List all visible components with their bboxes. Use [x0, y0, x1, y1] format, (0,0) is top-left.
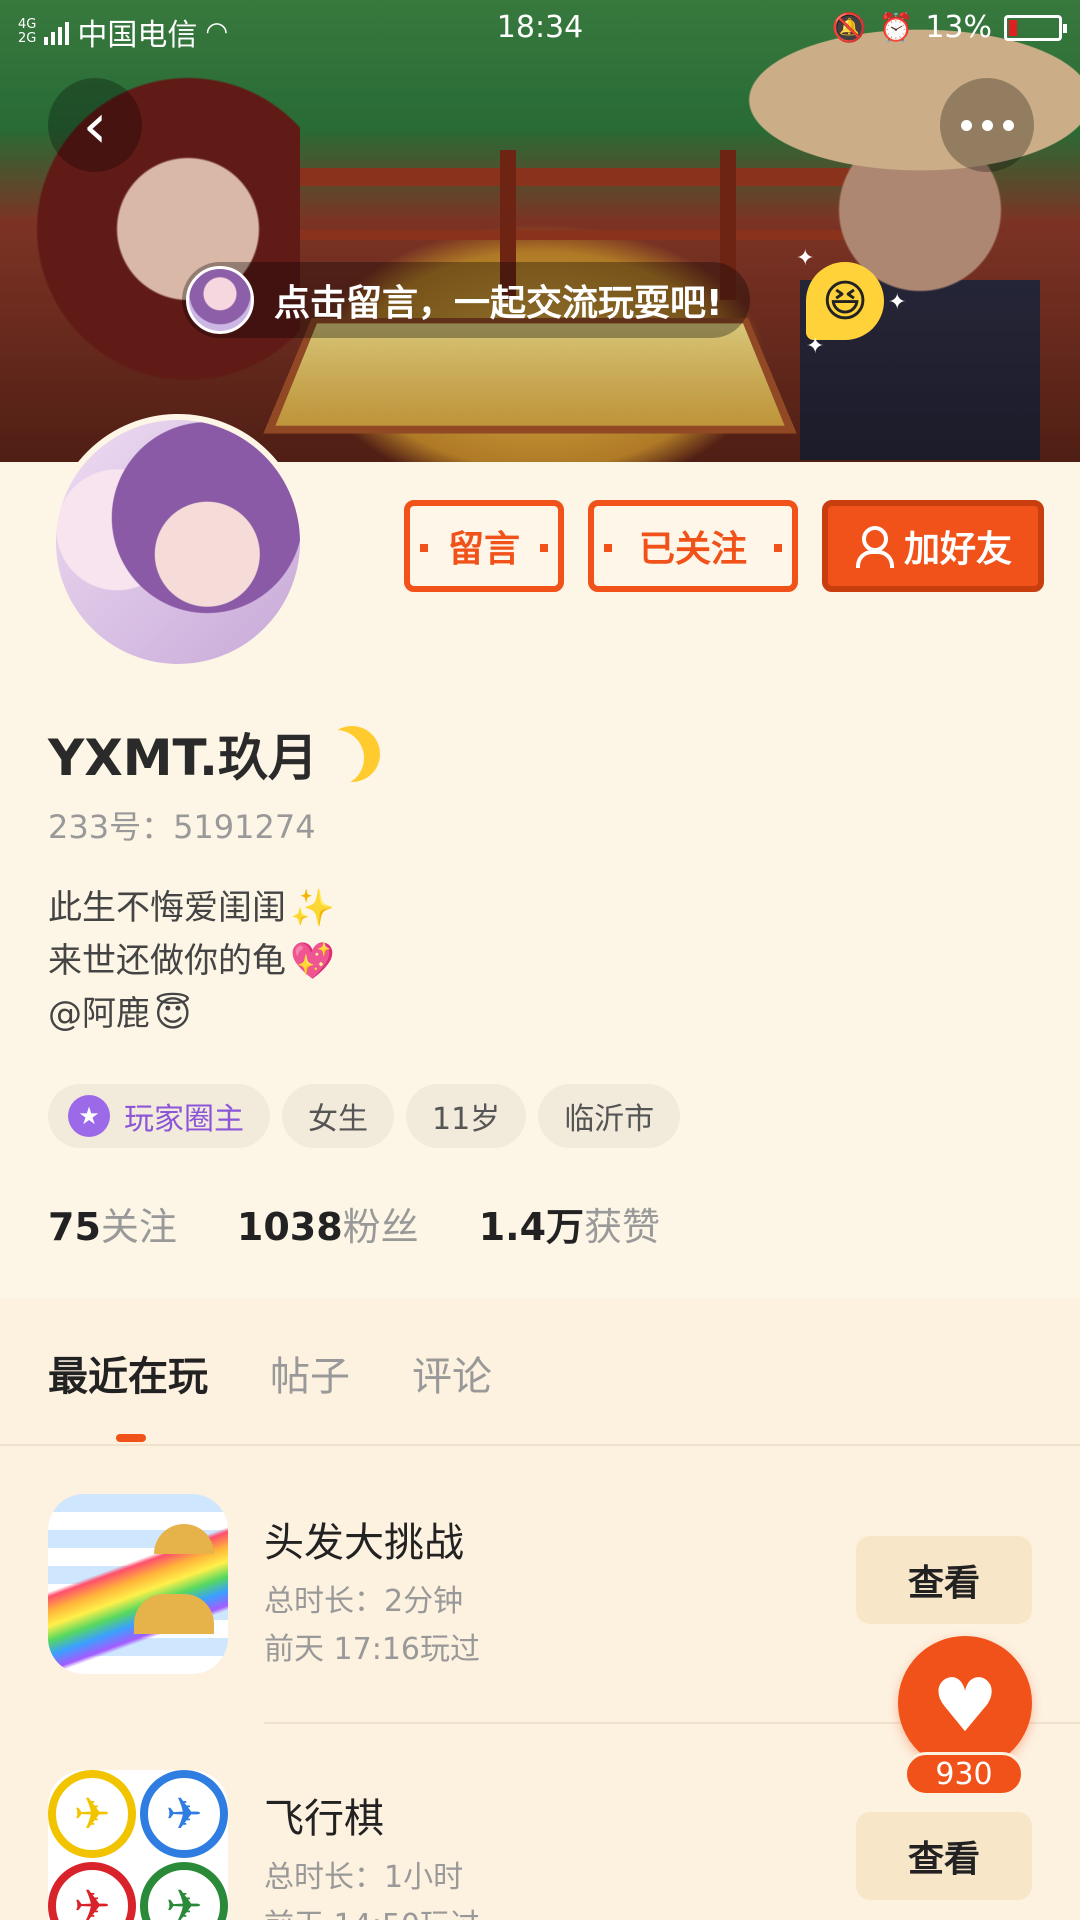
stat-value: 1.4万 [478, 1205, 585, 1249]
sparkle-icon: ✦ [796, 246, 815, 271]
game-last-played: 前天 14:50玩过 [264, 1900, 480, 1920]
stat-label: 粉丝 [342, 1205, 419, 1249]
game-name: 头发大挑战 [264, 1520, 464, 1566]
halo-face-icon: 😇 [154, 994, 192, 1035]
followed-button[interactable]: 已关注 [588, 500, 798, 592]
message-button-label: 留言 [447, 529, 520, 570]
profile-nickname: YXMT.玖月 [48, 718, 380, 790]
view-game-button[interactable]: 查看 [856, 1536, 1032, 1624]
bio-line: 来世还做你的龟 [48, 941, 286, 981]
flight-chess-game-icon: ✈ ✈ ✈ ✈ [48, 1770, 228, 1920]
chevron-left-icon: ‹ [82, 88, 108, 162]
tag-circle-owner[interactable]: ★ 玩家圈主 [48, 1084, 270, 1148]
add-person-icon [854, 526, 894, 568]
tab-comments[interactable]: 评论 [412, 1344, 492, 1402]
mini-avatar [186, 266, 254, 334]
tag-label: 玩家圈主 [124, 1102, 244, 1137]
sparkles-icon: ✨ [290, 888, 335, 929]
battery-percent: 13% [925, 10, 992, 45]
laughing-emoji-icon: 😆 [806, 262, 884, 340]
message-button[interactable]: 留言 [404, 500, 564, 592]
tag-gender: 女生 [282, 1084, 394, 1148]
bio-line: 此生不悔爱闺闺 [48, 888, 286, 928]
star-badge-icon: ★ [68, 1095, 110, 1137]
tag-label: 11岁 [432, 1102, 501, 1137]
add-friend-button[interactable]: 加好友 [822, 500, 1044, 592]
mute-bell-icon: 🔕 [831, 11, 867, 44]
game-last-played: 前天 17:16玩过 [264, 1632, 480, 1667]
profile-avatar[interactable] [50, 414, 306, 670]
game-list-item[interactable]: ✈ ✈ ✈ ✈ 飞行棋 总时长：1小时 前天 14:50玩过 查看 [48, 1770, 1032, 1920]
nickname-text: YXMT.玖月 [48, 729, 319, 787]
yellow-plane-icon: ✈ [48, 1770, 136, 1858]
leave-message-text: 点击留言，一起交流玩耍吧! [274, 283, 723, 324]
tab-recently-played[interactable]: 最近在玩 [48, 1344, 208, 1402]
profile-stats: 75关注 1038粉丝 1.4万获赞 [48, 1196, 660, 1251]
green-plane-icon: ✈ [140, 1862, 228, 1920]
tag-age: 11岁 [406, 1084, 527, 1148]
back-button[interactable]: ‹ [48, 78, 142, 172]
crescent-moon-icon [324, 726, 380, 782]
stat-label: 关注 [100, 1205, 177, 1249]
game-list-item[interactable]: 头发大挑战 总时长：2分钟 前天 17:16玩过 查看 [48, 1494, 1032, 1684]
game-duration: 总时长：2分钟 [264, 1584, 464, 1619]
stat-value: 1038 [236, 1205, 343, 1249]
stat-likes[interactable]: 1.4万获赞 [479, 1196, 660, 1251]
tab-posts[interactable]: 帖子 [270, 1344, 350, 1402]
add-friend-button-label: 加好友 [903, 529, 1012, 570]
stat-value: 75 [48, 1205, 101, 1249]
game-duration: 总时长：1小时 [264, 1860, 464, 1895]
more-dots-icon [960, 119, 1014, 131]
tag-label: 女生 [308, 1102, 368, 1137]
more-options-button[interactable] [940, 78, 1034, 172]
tab-bar: 最近在玩 帖子 评论 [48, 1344, 492, 1402]
stat-followers[interactable]: 1038粉丝 [237, 1196, 419, 1251]
leave-message-prompt[interactable]: 点击留言，一起交流玩耍吧! [182, 262, 751, 338]
profile-bio: 此生不悔爱闺闺 ✨ 来世还做你的龟 💖 @阿鹿 😇 [48, 882, 335, 1041]
heart-icon: ♥ [931, 1663, 999, 1749]
red-plane-icon: ✈ [48, 1862, 136, 1920]
stat-following[interactable]: 75关注 [48, 1196, 177, 1251]
sparkling-heart-icon: 💖 [290, 941, 335, 982]
status-bar: 4G 2G 中国电信 ◠ 18:34 🔕 ⏰ 13% [0, 0, 1080, 56]
sparkle-icon: ✦ [806, 334, 825, 359]
like-button[interactable]: ♥ [898, 1636, 1032, 1770]
alarm-icon: ⏰ [878, 11, 914, 44]
active-tab-indicator [116, 1434, 146, 1442]
view-game-button[interactable]: 查看 [856, 1812, 1032, 1900]
stat-label: 获赞 [584, 1205, 661, 1249]
profile-banner [0, 0, 1080, 462]
bio-line: @阿鹿 [48, 994, 150, 1034]
hair-challenge-game-icon [48, 1494, 228, 1674]
blue-plane-icon: ✈ [140, 1770, 228, 1858]
sparkle-icon: ✦ [888, 290, 907, 315]
content-section: 最近在玩 帖子 评论 头发大挑战 总时长：2分钟 前天 17:16玩过 查看 ✈… [0, 1298, 1080, 1920]
followed-button-label: 已关注 [638, 529, 747, 570]
divider [0, 1444, 1080, 1446]
battery-icon [1004, 14, 1067, 41]
profile-tags: ★ 玩家圈主 女生 11岁 临沂市 [48, 1084, 681, 1148]
like-count: 930 [904, 1752, 1024, 1796]
game-name: 飞行棋 [264, 1796, 384, 1842]
user-id: 233号：5191274 [48, 808, 316, 846]
tag-city: 临沂市 [538, 1084, 681, 1148]
tag-label: 临沂市 [564, 1102, 655, 1137]
